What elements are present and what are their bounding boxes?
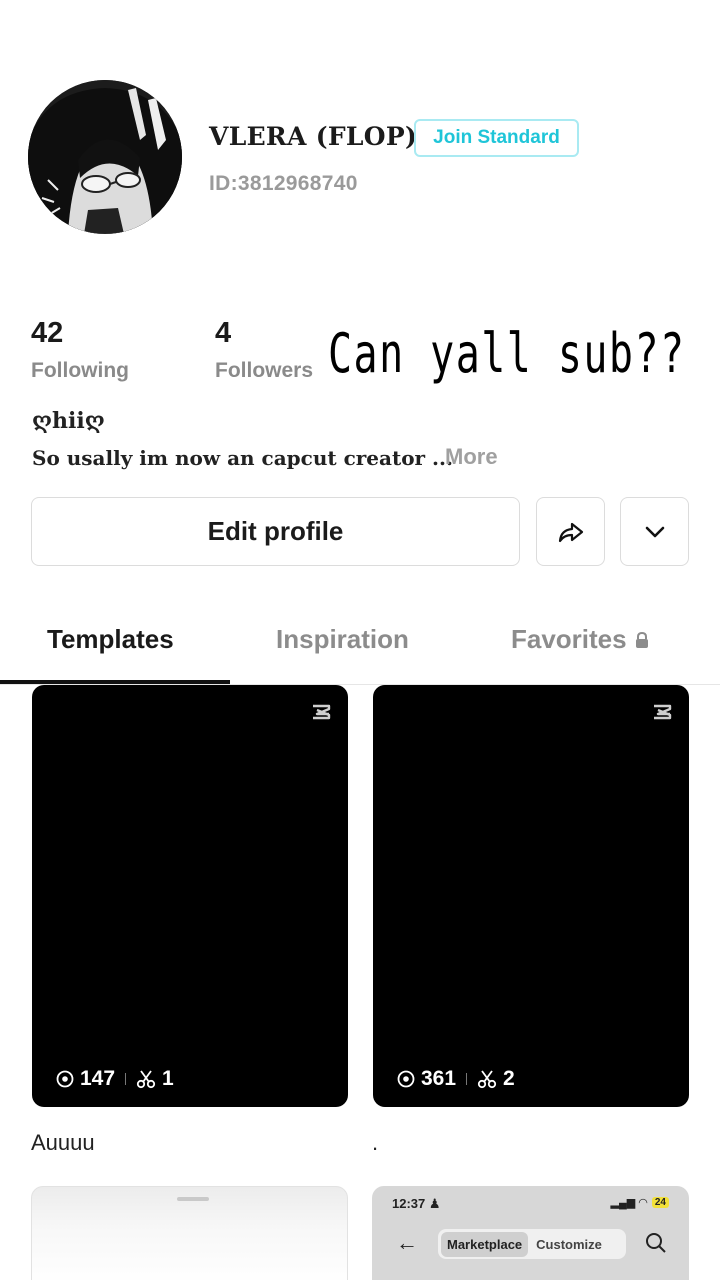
preview-status-bar: ▂▄▆ ◠ 24 [611, 1196, 669, 1209]
template-title[interactable]: Auuuu [31, 1130, 95, 1156]
preview-time: 12:37 ♟ [392, 1196, 441, 1211]
battery-indicator: 24 [651, 1197, 669, 1208]
eye-icon [56, 1070, 74, 1088]
scissors-icon [477, 1070, 497, 1089]
preview-segment-control: Marketplace Customize [438, 1229, 626, 1259]
template-uses: 2 [503, 1067, 515, 1090]
tab-inspiration[interactable]: Inspiration [276, 624, 409, 655]
template-card-preview[interactable]: 12:37 ♟ ▂▄▆ ◠ 24 ← Marketplace Customize [372, 1186, 689, 1280]
share-button[interactable] [536, 497, 605, 566]
chevron-down-icon [645, 526, 664, 537]
template-uses: 1 [162, 1067, 174, 1090]
template-card[interactable]: 361 2 [373, 685, 689, 1107]
following-count[interactable]: 42 [31, 317, 63, 350]
template-title[interactable]: . [372, 1130, 378, 1156]
segment-marketplace: Marketplace [441, 1231, 529, 1257]
signal-icon: ▂▄▆ [610, 1197, 636, 1209]
segment-customize: Customize [536, 1236, 602, 1252]
avatar[interactable] [28, 80, 182, 234]
capcut-logo-icon [654, 704, 672, 720]
overlay-caption: Can yall sub?? [328, 322, 686, 385]
tab-favorites-label: Favorites [511, 624, 627, 654]
bio-text: So usally im now an capcut creator ... [32, 446, 453, 470]
following-label[interactable]: Following [31, 359, 129, 383]
profile-username: VLERA (FLOP) [209, 122, 418, 151]
profile-id: ID:3812968740 [209, 172, 358, 195]
capcut-logo-icon [313, 704, 331, 720]
tab-templates[interactable]: Templates [47, 624, 174, 655]
search-icon [646, 1233, 666, 1253]
scissors-icon [136, 1070, 156, 1089]
bio-more-link[interactable]: More [445, 444, 498, 470]
lock-icon [635, 631, 648, 648]
template-views: 147 [80, 1067, 116, 1090]
bio-name: ღhiiღ [32, 408, 105, 434]
sheet-handle [177, 1197, 209, 1201]
template-views: 361 [421, 1067, 457, 1090]
template-stats: 147 1 [56, 1067, 174, 1091]
edit-profile-button[interactable]: Edit profile [31, 497, 520, 566]
template-card[interactable]: 147 1 [32, 685, 348, 1107]
followers-label[interactable]: Followers [215, 359, 313, 383]
share-icon [558, 522, 583, 542]
more-options-button[interactable] [620, 497, 689, 566]
eye-icon [397, 1070, 415, 1088]
wifi-icon: ◠ [638, 1197, 648, 1209]
back-arrow-icon: ← [396, 1230, 418, 1255]
tab-favorites[interactable]: Favorites [511, 624, 650, 655]
followers-count[interactable]: 4 [215, 317, 231, 350]
template-stats: 361 2 [397, 1067, 515, 1091]
template-card-preview[interactable] [31, 1186, 348, 1280]
join-standard-button[interactable]: Join Standard [414, 119, 579, 157]
